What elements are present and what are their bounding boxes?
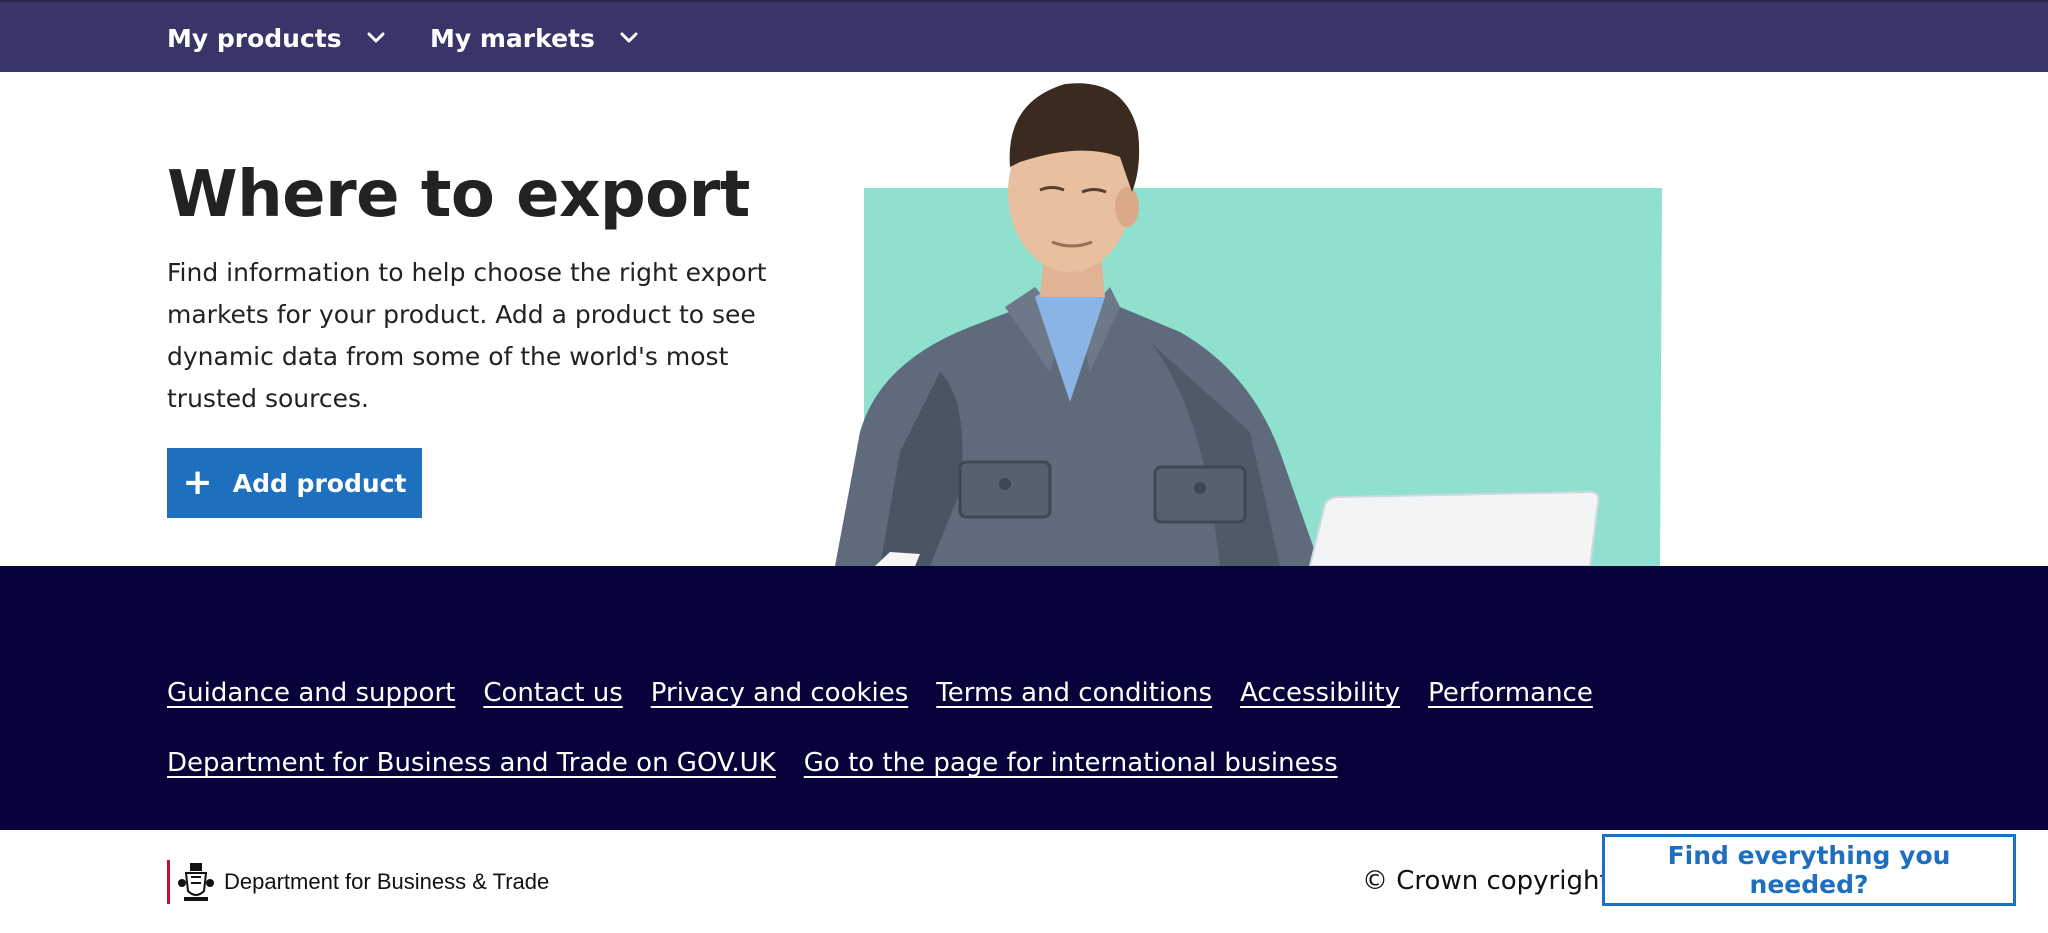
footer-link-international[interactable]: Go to the page for international busines…	[804, 748, 1338, 778]
nav-my-markets[interactable]: My markets	[430, 20, 639, 56]
copyright-text: © Crown copyright 2	[1362, 866, 1635, 896]
footer-links-section: Guidance and support Contact us Privacy …	[0, 566, 2048, 830]
top-navigation: My products My markets	[0, 0, 2048, 72]
page-title: Where to export	[167, 158, 750, 232]
nav-my-products-label: My products	[167, 23, 342, 53]
hero-section: Where to export Find information to help…	[0, 72, 2048, 566]
nav-my-markets-label: My markets	[430, 23, 595, 53]
footer-link-accessibility[interactable]: Accessibility	[1240, 678, 1400, 708]
footer-link-performance[interactable]: Performance	[1428, 678, 1593, 708]
footer-link-terms[interactable]: Terms and conditions	[936, 678, 1212, 708]
footer-link-guidance[interactable]: Guidance and support	[167, 678, 455, 708]
feedback-button[interactable]: Find everything you needed?	[1602, 834, 2016, 906]
chevron-down-icon	[367, 32, 385, 43]
footer-links-row-2: Department for Business and Trade on GOV…	[167, 748, 1366, 778]
footer-link-privacy[interactable]: Privacy and cookies	[651, 678, 909, 708]
department-logo[interactable]: Department for Business & Trade	[167, 860, 549, 904]
hero-description: Find information to help choose the righ…	[167, 258, 767, 413]
chevron-down-icon	[620, 32, 638, 43]
department-name: Department for Business & Trade	[224, 869, 550, 894]
footer-link-gov-uk[interactable]: Department for Business and Trade on GOV…	[167, 748, 776, 778]
royal-crest-icon	[178, 863, 214, 901]
nav-my-products[interactable]: My products	[167, 20, 386, 56]
hero-image	[835, 83, 1662, 566]
add-product-label: Add product	[232, 468, 407, 498]
footer-link-contact[interactable]: Contact us	[483, 678, 622, 708]
footer-bottom: Department for Business & Trade © Crown …	[0, 830, 2048, 933]
add-product-button[interactable]: + Add product	[167, 448, 422, 518]
footer-links-row-1: Guidance and support Contact us Privacy …	[167, 678, 1621, 708]
plus-icon: +	[182, 462, 213, 503]
